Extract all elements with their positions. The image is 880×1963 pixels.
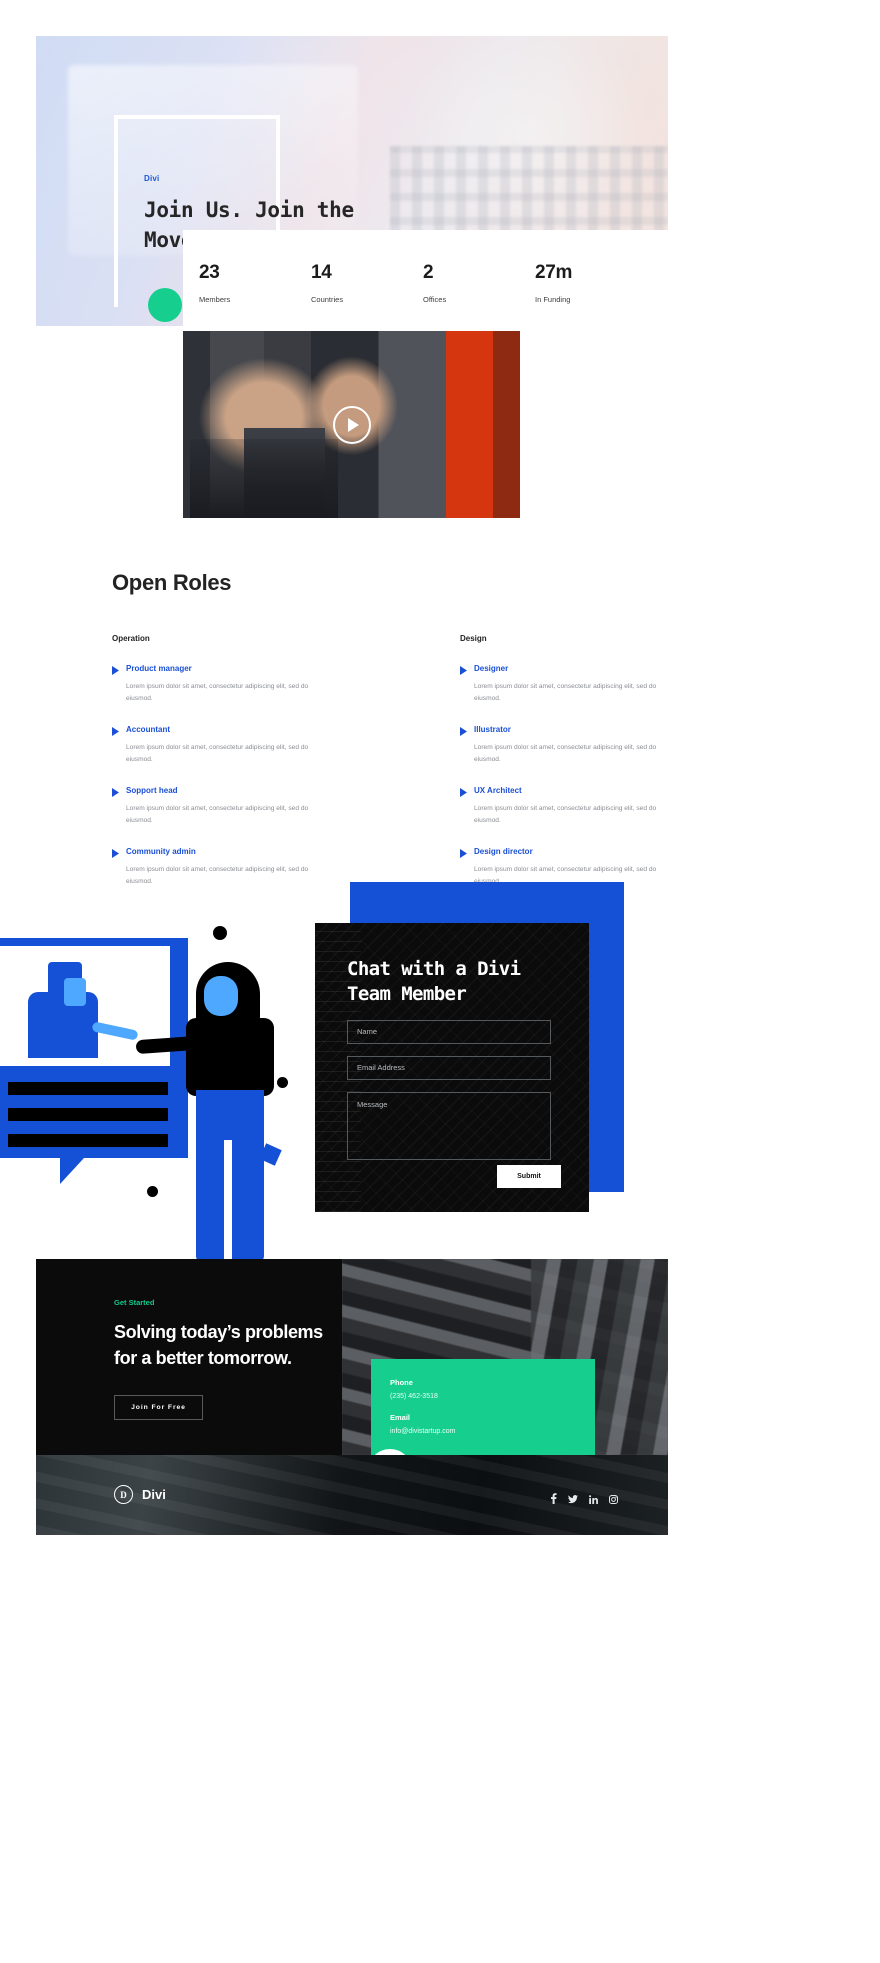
triangle-right-icon — [112, 725, 126, 765]
decorative-dot — [277, 1077, 288, 1088]
role-item[interactable]: Product manager Lorem ipsum dolor sit am… — [112, 664, 324, 704]
decorative-dot — [213, 926, 227, 940]
role-title[interactable]: Illustrator — [474, 725, 672, 734]
cta-section: Get Started Solving today’s problems for… — [36, 1259, 668, 1455]
triangle-right-icon — [112, 786, 126, 826]
stat-label: Members — [199, 294, 231, 304]
cta-eyebrow: Get Started — [114, 1298, 155, 1307]
role-title[interactable]: Community admin — [126, 847, 324, 856]
footer-brand[interactable]: D Divi — [114, 1485, 166, 1504]
message-input[interactable] — [347, 1091, 551, 1160]
role-title[interactable]: Design director — [474, 847, 672, 856]
contact-info-card: Phone (235) 462-3518 Email info@divistar… — [371, 1359, 595, 1455]
section-title: Open Roles — [112, 570, 232, 595]
role-title[interactable]: UX Architect — [474, 786, 672, 795]
bubble-text-bar — [8, 1108, 168, 1121]
cta-heading: Solving today’s problems for a better to… — [114, 1322, 323, 1368]
roles-column-heading: Operation — [112, 634, 150, 643]
triangle-right-icon — [460, 725, 474, 765]
person-left-face — [64, 978, 86, 1006]
triangle-right-icon — [460, 786, 474, 826]
role-title[interactable]: Designer — [474, 664, 672, 673]
role-description: Lorem ipsum dolor sit amet, consectetur … — [126, 683, 309, 702]
stat-item: 14 Countries — [311, 262, 423, 304]
stat-item: 2 Offices — [423, 262, 535, 304]
person-right-legs — [196, 1090, 264, 1262]
stat-label: In Funding — [535, 294, 571, 304]
play-icon[interactable] — [332, 405, 371, 444]
role-description: Lorem ipsum dolor sit amet, consectetur … — [474, 805, 657, 824]
role-item[interactable]: Illustrator Lorem ipsum dolor sit amet, … — [460, 725, 672, 765]
name-input[interactable] — [347, 1019, 551, 1044]
role-item[interactable]: Accountant Lorem ipsum dolor sit amet, c… — [112, 725, 324, 765]
email-value[interactable]: info@divistartup.com — [390, 1428, 595, 1435]
role-description: Lorem ipsum dolor sit amet, consectetur … — [474, 683, 657, 702]
triangle-right-icon — [460, 664, 474, 704]
brand-name: Divi — [142, 1487, 166, 1502]
bubble-text-bar — [8, 1082, 168, 1095]
decorative-dot — [147, 1186, 158, 1197]
person-left-body — [28, 992, 98, 1058]
role-title[interactable]: Product manager — [126, 664, 324, 673]
phone-label: Phone — [390, 1378, 413, 1387]
roles-column-heading: Design — [460, 634, 487, 643]
role-item[interactable]: UX Architect Lorem ipsum dolor sit amet,… — [460, 786, 672, 826]
hero-eyebrow: Divi — [144, 174, 160, 183]
stat-item: 27m In Funding — [535, 262, 647, 304]
stat-number: 27m — [535, 261, 573, 283]
twitter-icon[interactable] — [568, 1491, 578, 1509]
stats-bar: 23 Members 14 Countries 2 Offices 27m In… — [183, 230, 673, 335]
role-description: Lorem ipsum dolor sit amet, consectetur … — [126, 744, 309, 763]
role-title[interactable]: Sopport head — [126, 786, 324, 795]
role-title[interactable]: Accountant — [126, 725, 324, 734]
role-description: Lorem ipsum dolor sit amet, consectetur … — [474, 744, 657, 763]
facebook-icon[interactable] — [550, 1491, 557, 1509]
site-footer: D Divi — [36, 1455, 668, 1535]
green-circle-accent — [148, 288, 182, 322]
cta-image-panel: Phone (235) 462-3518 Email info@divistar… — [342, 1259, 668, 1455]
linkedin-icon[interactable] — [589, 1491, 598, 1509]
submit-button[interactable]: Submit — [497, 1165, 561, 1188]
stat-label: Offices — [423, 294, 447, 304]
roles-column-design: Design Designer Lorem ipsum dolor sit am… — [460, 634, 672, 887]
stat-number: 14 — [311, 261, 332, 283]
roles-column-operation: Operation Product manager Lorem ipsum do… — [112, 634, 324, 887]
cta-text-panel: Get Started Solving today’s problems for… — [36, 1259, 342, 1455]
bubble-text-bar — [8, 1134, 168, 1147]
person-right-face — [204, 976, 238, 1016]
phone-value[interactable]: (235) 462-3518 — [390, 1393, 595, 1400]
email-label: Email — [390, 1413, 411, 1422]
stat-label: Countries — [311, 294, 344, 304]
chat-form-title: Chat with a Divi Team Member — [347, 958, 521, 1006]
social-links — [550, 1491, 618, 1509]
triangle-right-icon — [112, 664, 126, 704]
role-item[interactable]: Sopport head Lorem ipsum dolor sit amet,… — [112, 786, 324, 826]
stat-number: 2 — [423, 261, 434, 283]
contact-section: Chat with a Divi Team Member Submit — [0, 868, 880, 1288]
role-item[interactable]: Designer Lorem ipsum dolor sit amet, con… — [460, 664, 672, 704]
stat-number: 23 — [199, 261, 220, 283]
email-input[interactable] — [347, 1055, 551, 1080]
divi-logo-icon: D — [114, 1485, 133, 1504]
open-roles-section: Open Roles Operation Product manager Lor… — [112, 570, 672, 887]
person-right-torso — [186, 1018, 274, 1096]
instagram-icon[interactable] — [609, 1491, 618, 1509]
chat-form-card: Chat with a Divi Team Member Submit — [315, 923, 589, 1212]
role-description: Lorem ipsum dolor sit amet, consectetur … — [126, 805, 309, 824]
video-block[interactable] — [183, 331, 520, 518]
stat-item: 23 Members — [199, 262, 311, 304]
join-for-free-button[interactable]: Join For Free — [114, 1395, 203, 1421]
speech-bubble-tail — [60, 1158, 84, 1184]
